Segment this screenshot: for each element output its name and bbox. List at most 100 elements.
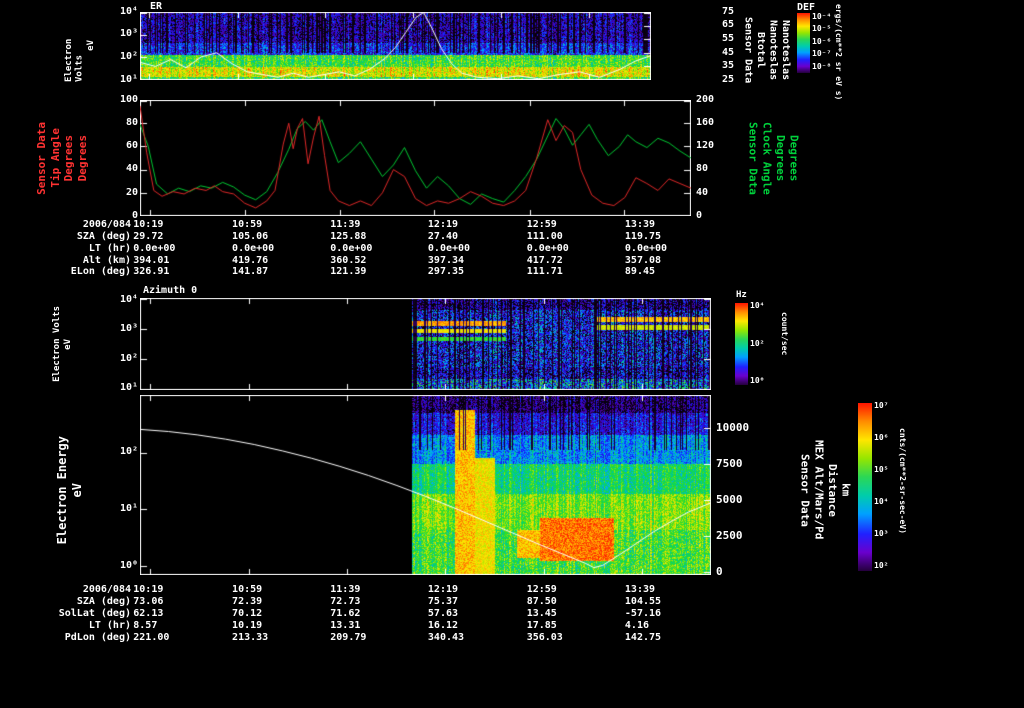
ephemeris-value: 72.39 (232, 596, 263, 607)
time-label: 11:39 (330, 219, 361, 230)
ephemeris-value: 397.34 (427, 255, 465, 266)
axis-label-line: MEX Alt/Mars/Pd (812, 440, 826, 540)
ephemeris-value: 417.72 (526, 255, 563, 266)
panel4-right-axis-label: Sensor Data MEX Alt/Mars/Pd Distance km (798, 415, 853, 565)
ephemeris-value: 73.06 (133, 596, 164, 607)
ephemeris-value: 13.45 (526, 608, 557, 619)
axis-tick-label: 100 (119, 93, 138, 105)
axis-tick-label: 10⁻⁵ (812, 24, 832, 34)
ephemeris-value: 0.0e+00 (133, 243, 176, 254)
panel4-y-axis-label: Electron Energy eV (55, 425, 85, 555)
time-label: 11:39 (330, 584, 361, 595)
axis-label-line: Tip Angle (48, 128, 62, 188)
ephemeris-date: 2006/084 (82, 219, 131, 230)
time-label: 13:39 (624, 584, 656, 595)
ephemeris-value: 209.79 (330, 632, 367, 643)
axis-label-line: Degrees (62, 134, 76, 182)
panel3-title: Azimuth 0 (143, 285, 198, 296)
ephemeris-date: 2006/084 (82, 584, 131, 595)
axis-tick-label: 200 (696, 93, 715, 105)
ephemeris-value: 419.76 (232, 255, 269, 266)
ephemeris-value: 213.33 (232, 632, 269, 643)
axis-label-line: Sensor Data (742, 16, 754, 84)
axis-tick-label: 10³ (874, 529, 889, 539)
axis-label-line: Electron Energy (55, 435, 69, 545)
er-spectrogram (140, 12, 651, 80)
time-label: 13:39 (624, 219, 656, 230)
axis-tick-label: 55 (722, 33, 735, 44)
ephemeris-row-label: LT (hr) (88, 620, 131, 631)
angle-line-chart (140, 100, 691, 216)
ephemeris-value: 57.63 (427, 608, 459, 619)
axis-label-line: Btotal (755, 31, 766, 69)
axis-label-line: Clock Angle (760, 121, 774, 195)
ephemeris-value: 356.03 (526, 632, 563, 643)
axis-tick-label: 10² (119, 51, 138, 63)
axis-tick-label: 5000 (716, 493, 743, 507)
ephemeris-row-label: ELon (deg) (70, 266, 131, 277)
axis-tick-label: 0 (131, 209, 138, 221)
ephemeris-value: 394.01 (133, 255, 170, 266)
ephemeris-value: 326.91 (133, 266, 170, 277)
ephemeris-value: 29.72 (133, 231, 164, 242)
axis-tick-label: 40 (125, 163, 138, 175)
axis-tick-label: 10⁷ (874, 401, 889, 411)
ephemeris-value: 0.0e+00 (330, 243, 373, 254)
axis-label-line: Degrees (773, 134, 787, 182)
axis-tick-label: 10² (119, 352, 138, 364)
axis-tick-label: 10⁰ (750, 375, 765, 385)
axis-tick-label: 10⁵ (874, 465, 889, 475)
ephemeris-value: 221.00 (133, 632, 170, 643)
panel3-y-axis-label: Electron Volts eV (52, 300, 74, 388)
ephemeris-row-label: PdLon (deg) (64, 632, 131, 643)
ephemeris-value: 17.85 (526, 620, 557, 631)
counts-colorbar (858, 403, 872, 571)
electron-energy-spectrogram (140, 395, 711, 575)
colorbar1-units: ergs/(cm**2 sr eV s) (834, 4, 843, 101)
axis-tick-label: 10⁻⁸ (812, 62, 832, 72)
time-label: 10:19 (133, 219, 164, 230)
colorbar3-units: count/sec (780, 312, 789, 356)
ephemeris-value: 121.39 (330, 266, 367, 277)
ephemeris-value: 357.08 (624, 255, 662, 266)
plot-viewer: ER Electron Volts eV Sensor Data Btotal … (0, 0, 1024, 708)
axis-label-line: Nanoteslas (780, 19, 791, 81)
colorbar4-units: cnts/(cm**2-sr-sec-eV) (898, 428, 907, 534)
ephemeris-row-label: LT (hr) (88, 243, 131, 254)
axis-label-line: eV (85, 39, 96, 51)
axis-label-line: Degrees (787, 134, 801, 182)
panel2-left-axis-label: Sensor Data Tip Angle Degrees Degrees (35, 98, 90, 218)
axis-tick-label: 10000 (716, 421, 750, 435)
axis-tick-label: 10⁰ (119, 559, 138, 571)
def-colorbar (797, 13, 810, 73)
time-label: 12:19 (427, 584, 459, 595)
ephemeris-value: 297.35 (427, 266, 465, 277)
ephemeris-row-label: SZA (deg) (76, 231, 131, 242)
axis-label-line: Distance (825, 463, 839, 517)
time-label: 12:59 (526, 584, 557, 595)
ephemeris-value: 104.55 (624, 596, 662, 607)
ephemeris-value: 111.00 (526, 231, 563, 242)
ephemeris-value: 0.0e+00 (624, 243, 668, 254)
axis-tick-label: 10² (750, 339, 765, 349)
azimuth0-spectrogram (140, 298, 711, 390)
axis-tick-label: 75 (722, 5, 735, 17)
axis-tick-label: 40 (696, 186, 709, 198)
ephemeris-value: 13.31 (330, 620, 361, 631)
ephemeris-value: 4.16 (624, 620, 649, 631)
time-label: 12:59 (526, 219, 557, 230)
axis-label-line: Sensor Data (35, 121, 48, 195)
ephemeris-row-label: Alt (km) (82, 255, 131, 266)
colorbar1-title: DEF (797, 2, 816, 13)
ephemeris-value: 0.0e+00 (232, 243, 275, 254)
axis-tick-label: 7500 (716, 457, 743, 471)
panel1-right-axis-label: Sensor Data Btotal Nanoteslas Nanoteslas (742, 2, 792, 98)
axis-tick-label: 10⁴ (119, 5, 138, 17)
axis-tick-label: 0 (696, 209, 703, 221)
ephemeris-value: 119.75 (624, 231, 662, 242)
hz-colorbar (735, 303, 748, 385)
ephemeris-row-label: SolLat (deg) (58, 608, 131, 619)
axis-tick-label: 10⁻⁶ (812, 36, 832, 46)
ephemeris-value: -57.16 (624, 608, 662, 619)
axis-tick-label: 10² (874, 561, 889, 570)
